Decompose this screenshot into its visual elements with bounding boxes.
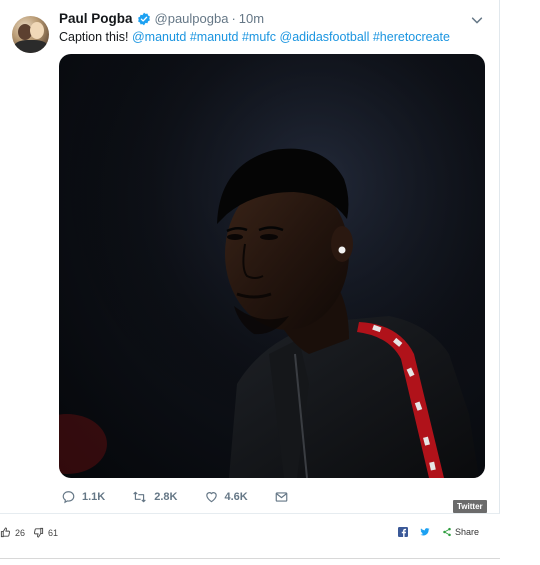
direct-message-button[interactable] — [274, 490, 295, 504]
avatar-shirt — [14, 40, 48, 53]
retweet-count: 2.8K — [154, 491, 178, 503]
facebook-icon[interactable] — [398, 527, 408, 537]
downvote-button[interactable]: 61 — [33, 527, 58, 538]
thumb-up-icon — [0, 527, 11, 538]
downvote-count: 61 — [48, 527, 59, 538]
bottom-divider — [0, 558, 500, 559]
display-name[interactable]: Paul Pogba — [59, 11, 133, 26]
mention-manutd[interactable]: @manutd — [132, 30, 186, 44]
retweet-icon — [133, 491, 146, 503]
avatar-face-right — [30, 22, 44, 39]
tweet-caption: Caption this! — [59, 30, 129, 44]
time-separator: · — [231, 11, 236, 26]
twitter-source-badge: Twitter — [453, 500, 487, 513]
photo-illustration — [59, 54, 485, 478]
thumb-down-icon — [33, 527, 44, 538]
upvote-count: 26 — [15, 527, 26, 538]
tweet-timestamp[interactable]: 10m — [239, 11, 264, 26]
user-handle[interactable]: @paulpogba — [155, 11, 229, 26]
like-count: 4.6K — [224, 491, 248, 503]
like-button[interactable]: 4.6K — [204, 490, 248, 504]
hashtag-manutd[interactable]: #manutd — [190, 30, 239, 44]
hashtag-mufc[interactable]: #mufc — [242, 30, 276, 44]
retweet-button[interactable]: 2.8K — [131, 490, 178, 504]
mention-adidasfootball[interactable]: @adidasfootball — [280, 30, 370, 44]
twitter-bird-icon[interactable] — [420, 527, 430, 537]
verified-badge-icon — [137, 12, 150, 25]
share-icon — [443, 527, 451, 537]
social-share-group: Share — [398, 527, 479, 537]
tweet-header: Paul Pogba @paulpogba · 10m — [59, 11, 264, 26]
envelope-icon — [275, 492, 288, 502]
share-button[interactable]: Share — [442, 527, 479, 537]
reply-count: 1.1K — [82, 491, 106, 503]
reply-button[interactable]: 1.1K — [61, 490, 105, 504]
heart-icon — [205, 492, 217, 503]
article-bottom-bar: 26 61 Share — [0, 527, 500, 543]
chevron-down-icon[interactable] — [470, 13, 484, 27]
hashtag-heretocreate[interactable]: #heretocreate — [373, 30, 450, 44]
page: Paul Pogba @paulpogba · 10m Caption this… — [0, 0, 540, 565]
tweet-photo[interactable] — [59, 54, 485, 478]
reply-icon — [62, 491, 75, 504]
upvote-button[interactable]: 26 — [0, 527, 25, 538]
share-label: Share — [455, 527, 480, 537]
tweet-card: Paul Pogba @paulpogba · 10m Caption this… — [0, 0, 500, 514]
tweet-text: Caption this! @manutd #manutd #mufc @adi… — [59, 30, 450, 44]
avatar[interactable] — [12, 16, 49, 53]
tweet-actions: 1.1K 2.8K 4.6K — [61, 490, 321, 504]
